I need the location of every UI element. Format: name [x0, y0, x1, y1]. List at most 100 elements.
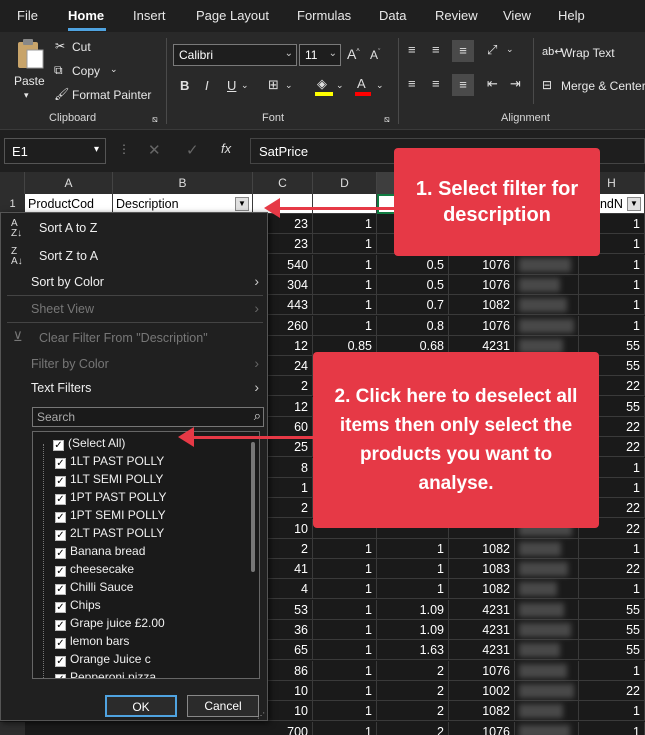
cell-f[interactable]: 4231: [449, 600, 515, 620]
cell-h[interactable]: 1: [579, 275, 645, 295]
cell-f[interactable]: 1082: [449, 539, 515, 559]
cell-f[interactable]: 1076: [449, 316, 515, 336]
tab-data[interactable]: Data: [379, 8, 406, 23]
border-icon[interactable]: ⊞: [268, 77, 279, 93]
underline-icon[interactable]: U: [227, 78, 236, 93]
cell-h[interactable]: 1: [579, 701, 645, 721]
cut-button[interactable]: Cut: [72, 40, 91, 54]
fill-color-icon[interactable]: ◈: [315, 76, 333, 96]
column-header-c[interactable]: C: [253, 172, 313, 194]
cell-h[interactable]: 1: [579, 539, 645, 559]
filter-value-checkbox[interactable]: ✓ 1LT SEMI POLLY: [55, 472, 163, 487]
header-cell-d[interactable]: [313, 194, 377, 214]
filter-value-checkbox[interactable]: ✓ cheesecake: [55, 562, 134, 577]
cell-h[interactable]: 55: [579, 620, 645, 640]
tab-help[interactable]: Help: [558, 8, 585, 23]
chevron-down-icon[interactable]: ⌄: [110, 64, 118, 75]
chevron-down-icon[interactable]: ⌄: [376, 80, 384, 91]
cancel-icon[interactable]: ✕: [148, 141, 161, 159]
cell-e[interactable]: 2: [377, 661, 449, 681]
increase-indent-icon[interactable]: ⇥: [510, 76, 521, 92]
cell-f[interactable]: 1082: [449, 295, 515, 315]
cell-d[interactable]: 1: [313, 661, 377, 681]
cell-d[interactable]: 1: [313, 579, 377, 599]
align-left-icon[interactable]: ≡: [408, 76, 416, 91]
cell-f[interactable]: 4231: [449, 620, 515, 640]
chevron-down-icon[interactable]: ⌄: [241, 80, 249, 91]
cell-e[interactable]: 0.7: [377, 295, 449, 315]
select-all-checkbox[interactable]: ✓ (Select All): [53, 436, 125, 451]
cell-g-redacted[interactable]: [515, 275, 579, 295]
filter-value-checkbox[interactable]: ✓ 1PT PAST POLLY: [55, 490, 167, 505]
cell-d[interactable]: 1: [313, 681, 377, 701]
sort-by-color-menu-item[interactable]: Sort by Color: [31, 275, 104, 289]
cell-g-redacted[interactable]: [515, 661, 579, 681]
tab-page-layout[interactable]: Page Layout: [196, 8, 269, 23]
cell-d[interactable]: 1: [313, 295, 377, 315]
cell-e[interactable]: 1.63: [377, 640, 449, 660]
cell-d[interactable]: 1: [313, 275, 377, 295]
cell-h[interactable]: 22: [579, 681, 645, 701]
cell-e[interactable]: 0.5: [377, 255, 449, 275]
italic-icon[interactable]: I: [205, 78, 209, 93]
chevron-down-icon[interactable]: ⌄: [285, 80, 293, 91]
cell-f[interactable]: 1076: [449, 661, 515, 681]
cell-e[interactable]: 1.09: [377, 620, 449, 640]
chevron-down-icon[interactable]: ⌄: [336, 80, 344, 91]
tab-formulas[interactable]: Formulas: [297, 8, 351, 23]
decrease-font-icon[interactable]: Aˇ: [370, 48, 380, 62]
cell-d[interactable]: 1: [313, 539, 377, 559]
cell-g-redacted[interactable]: [515, 559, 579, 579]
filter-dropdown-icon[interactable]: ▼: [627, 197, 641, 211]
cell-h[interactable]: 55: [579, 600, 645, 620]
filter-value-checkbox[interactable]: ✓ 2LT PAST POLLY: [55, 526, 164, 541]
copy-button[interactable]: Copy: [72, 64, 100, 78]
dialog-launcher-icon[interactable]: ⧅: [152, 114, 158, 125]
cell-d[interactable]: 1: [313, 316, 377, 336]
cell-h[interactable]: 1: [579, 722, 645, 735]
decrease-indent-icon[interactable]: ⇤: [487, 76, 498, 92]
filter-value-checkbox[interactable]: ✓ Orange Juice c: [55, 652, 151, 667]
paste-button[interactable]: Paste ▾: [10, 38, 50, 104]
filter-value-checkbox[interactable]: ✓ Chips: [55, 598, 101, 613]
search-icon[interactable]: ⌕: [254, 408, 261, 424]
name-box[interactable]: E1 ▾: [4, 138, 106, 164]
cell-e[interactable]: 1: [377, 539, 449, 559]
filter-value-checkbox[interactable]: ✓ Banana bread: [55, 544, 145, 559]
align-right-icon[interactable]: ≡: [452, 74, 474, 96]
cell-e[interactable]: 1: [377, 559, 449, 579]
select-all-corner[interactable]: [0, 172, 25, 194]
cell-g-redacted[interactable]: [515, 539, 579, 559]
align-center-icon[interactable]: ≡: [432, 76, 440, 91]
text-filters-menu-item[interactable]: Text Filters: [31, 381, 91, 395]
merge-center-button[interactable]: Merge & Center: [561, 79, 645, 93]
dialog-launcher-icon[interactable]: ⧅: [384, 114, 390, 125]
format-painter-button[interactable]: Format Painter: [72, 88, 151, 102]
scrollbar-thumb[interactable]: [251, 442, 255, 572]
filter-value-checkbox[interactable]: ✓ 1LT PAST POLLY: [55, 454, 164, 469]
cell-f[interactable]: 1083: [449, 559, 515, 579]
cell-d[interactable]: 1: [313, 640, 377, 660]
wrap-text-button[interactable]: Wrap Text: [561, 46, 615, 60]
filter-dropdown-icon[interactable]: ▼: [235, 197, 249, 211]
cell-f[interactable]: 4231: [449, 640, 515, 660]
cell-d[interactable]: 1: [313, 722, 377, 735]
header-cell-description[interactable]: Description ▼: [113, 194, 253, 214]
align-middle-icon[interactable]: ≡: [432, 42, 440, 57]
cell-g-redacted[interactable]: [515, 722, 579, 735]
cell-c[interactable]: 700: [253, 722, 313, 735]
cell-g-redacted[interactable]: [515, 600, 579, 620]
header-cell-c[interactable]: [253, 194, 313, 214]
cell-h[interactable]: 1: [579, 579, 645, 599]
cell-g-redacted[interactable]: [515, 316, 579, 336]
cell-e[interactable]: 2: [377, 681, 449, 701]
cell-g-redacted[interactable]: [515, 579, 579, 599]
cell-e[interactable]: 1: [377, 579, 449, 599]
ok-button[interactable]: OK: [105, 695, 177, 717]
filter-value-checkbox[interactable]: ✓ Chilli Sauce: [55, 580, 133, 595]
cell-f[interactable]: 1002: [449, 681, 515, 701]
filter-value-checkbox[interactable]: ✓ lemon bars: [55, 634, 129, 649]
tab-file[interactable]: File: [17, 8, 38, 23]
cell-h[interactable]: 1: [579, 255, 645, 275]
function-icon[interactable]: fx: [221, 141, 231, 156]
